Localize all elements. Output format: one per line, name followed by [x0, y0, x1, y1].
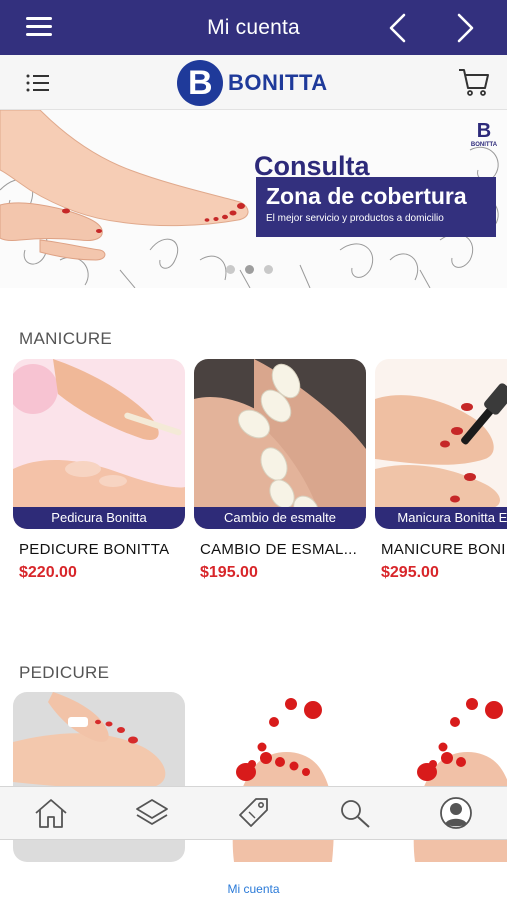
product-caption: Pedicura Bonitta [13, 507, 185, 529]
home-icon [35, 799, 67, 828]
logo-mark: B [177, 60, 223, 106]
product-image[interactable]: Pedicura Bonitta [13, 359, 185, 529]
cart-icon[interactable] [458, 67, 490, 97]
product-photo-nails [194, 359, 366, 529]
logo-text: BONITTA [228, 70, 328, 95]
product-image[interactable]: Cambio de esmalte [194, 359, 366, 529]
banner-mini-logo: B BONITTA [466, 120, 502, 148]
tab-search[interactable] [325, 793, 385, 833]
profile-icon [440, 797, 473, 829]
product-price: $195.00 [200, 564, 258, 581]
banner-title-box: Zona de cobertura El mejor servicio y pr… [256, 177, 496, 237]
product-photo-pedicure [13, 359, 185, 529]
carousel-dot[interactable] [264, 265, 273, 274]
product-caption: Cambio de esmalte [194, 507, 366, 529]
banner-title: Zona de cobertura [266, 183, 467, 209]
tab-offers[interactable] [223, 793, 283, 833]
chevron-left-icon[interactable] [383, 12, 413, 44]
product-name[interactable]: PEDICURE BONITTA [19, 541, 185, 558]
carousel-dots [226, 265, 273, 274]
banner-subtitle: El mejor servicio y productos a domicili… [266, 213, 444, 224]
product-price: $220.00 [19, 564, 77, 581]
product-price: $295.00 [381, 564, 439, 581]
tab-home[interactable] [21, 793, 81, 833]
product-caption: Manicura Bonitta Esm [375, 507, 507, 529]
chevron-right-icon[interactable] [450, 12, 480, 44]
bottom-tab-bar [0, 786, 507, 840]
product-card[interactable]: Pedicura Bonitta PEDICURE BONITTA $220.0… [13, 359, 185, 582]
section-title-manicure: MANICURE [19, 329, 113, 348]
product-image[interactable]: Manicura Bonitta Esm [375, 359, 507, 529]
page-title: Mi cuenta [207, 15, 300, 39]
hamburger-icon[interactable] [26, 17, 52, 37]
top-nav-bar: Mi cuenta [0, 0, 507, 55]
list-icon[interactable] [25, 72, 51, 94]
mini-logo-text: BONITTA [470, 142, 498, 148]
logo-letter: B [188, 64, 213, 102]
tag-icon [239, 798, 269, 827]
brand-bar: B BONITTA [0, 55, 507, 110]
app-screen: Mi cuenta B BONITTA B BONITTA Consulta Z… [0, 0, 507, 900]
product-card[interactable]: Manicura Bonitta Esm MANICURE BONI $295.… [375, 359, 507, 582]
tab-profile[interactable] [426, 793, 486, 833]
mini-logo-letter: B [476, 120, 492, 142]
carousel-dot-active[interactable] [245, 265, 254, 274]
product-photo-manicure [375, 359, 507, 529]
product-card[interactable]: Cambio de esmalte CAMBIO DE ESMAL... $19… [194, 359, 366, 582]
search-icon [340, 800, 370, 828]
product-name[interactable]: MANICURE BONI [381, 541, 507, 558]
section-title-pedicure: PEDICURE [19, 663, 110, 682]
brand-logo[interactable]: B BONITTA [177, 59, 328, 107]
carousel-dot[interactable] [226, 265, 235, 274]
tab-catalog[interactable] [122, 793, 182, 833]
promo-banner[interactable]: B BONITTA Consulta Zona de cobertura El … [0, 110, 507, 288]
footer-account-link[interactable]: Mi cuenta [0, 882, 507, 896]
layers-icon [136, 799, 168, 825]
product-name[interactable]: CAMBIO DE ESMAL... [200, 541, 366, 558]
